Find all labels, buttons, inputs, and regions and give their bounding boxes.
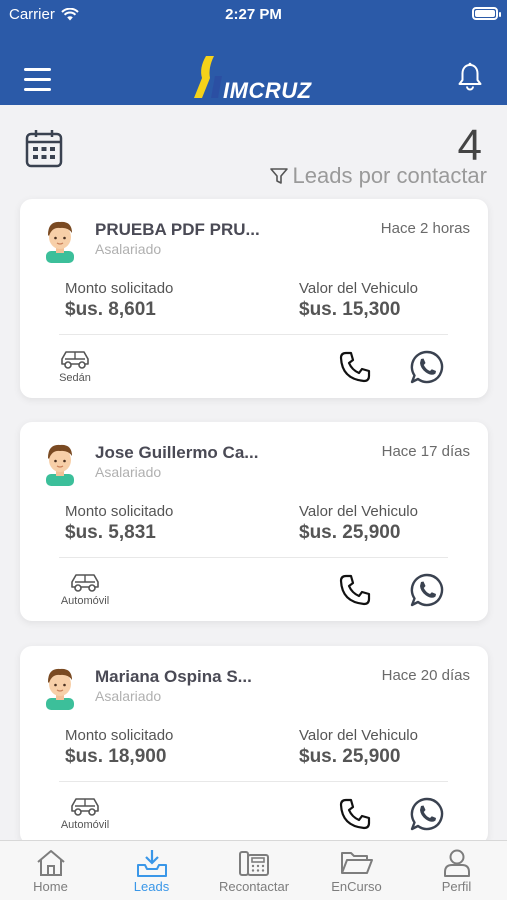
lead-card[interactable]: Jose Guillermo Ca... Asalariado Hace 17 … — [20, 422, 488, 621]
call-button[interactable] — [338, 350, 372, 389]
lead-name: Mariana Ospina S... — [95, 667, 252, 686]
monto-label: Monto solicitado — [65, 280, 174, 297]
tab-perfil[interactable]: Perfil — [406, 841, 507, 900]
vehicle-type-label: Automóvil — [60, 595, 110, 607]
folder-open-icon — [340, 852, 373, 874]
bell-icon — [458, 62, 482, 91]
filter-toggle[interactable]: Leads por contactar — [269, 163, 487, 189]
card-divider — [59, 557, 448, 558]
imcruz-logo: IMCRUZ — [192, 54, 316, 103]
fax-phone-icon — [239, 851, 269, 876]
vehicle-type-label: Automóvil — [60, 819, 110, 831]
monto-label: Monto solicitado — [65, 503, 174, 520]
monto-label: Monto solicitado — [65, 727, 174, 744]
call-button[interactable] — [338, 797, 372, 836]
notifications-button[interactable] — [457, 62, 483, 92]
car-icon — [61, 351, 89, 369]
monto-value: $us. 18,900 — [65, 746, 167, 767]
home-icon — [36, 850, 65, 876]
car-icon — [71, 798, 99, 816]
filter-icon — [269, 168, 288, 184]
lead-time-ago: Hace 2 horas — [380, 220, 470, 237]
valor-label: Valor del Vehiculo — [299, 503, 418, 520]
calendar-button[interactable] — [25, 128, 63, 173]
tab-recontactar[interactable]: Recontactar — [202, 841, 306, 900]
status-bar: Carrier 2:27 PM — [0, 0, 507, 30]
filter-label: Leads por contactar — [292, 163, 487, 188]
avatar-icon — [46, 444, 74, 486]
app-header: Carrier 2:27 PM IMCRUZ — [0, 0, 507, 105]
card-divider — [59, 334, 448, 335]
lead-card[interactable]: Mariana Ospina S... Asalariado Hace 20 d… — [20, 646, 488, 845]
phone-icon — [339, 351, 371, 383]
tab-encurso-label: EnCurso — [331, 879, 382, 894]
monto-value: $us. 8,601 — [65, 299, 156, 320]
tab-home[interactable]: Home — [0, 841, 101, 900]
logo-text: IMCRUZ — [223, 78, 312, 103]
tab-encurso[interactable]: EnCurso — [306, 841, 407, 900]
avatar-icon — [46, 668, 74, 710]
tab-leads-label: Leads — [133, 879, 170, 894]
tab-recontactar-label: Recontactar — [218, 879, 290, 894]
leads-summary: 4 Leads por contactar — [0, 105, 507, 195]
status-time: 2:27 PM — [225, 6, 282, 23]
menu-button[interactable] — [24, 68, 52, 92]
tab-bar: Home Leads Recontactar EnCurso Perfil — [0, 840, 507, 900]
lead-card[interactable]: PRUEBA PDF PRU... Asalariado Hace 2 hora… — [20, 199, 488, 398]
vehicle-type-label: Sedán — [59, 372, 91, 384]
phone-icon — [339, 798, 371, 830]
lead-time-ago: Hace 17 días — [381, 443, 470, 460]
tab-leads[interactable]: Leads — [101, 841, 202, 900]
valor-value: $us. 25,900 — [299, 746, 401, 767]
vehicle-type: Automóvil — [53, 795, 117, 831]
vehicle-type: Automóvil — [53, 571, 117, 607]
whatsapp-button[interactable] — [410, 797, 444, 836]
whatsapp-icon — [410, 350, 444, 384]
valor-value: $us. 15,300 — [299, 299, 401, 320]
phone-icon — [339, 574, 371, 606]
tab-perfil-label: Perfil — [441, 879, 472, 894]
lead-name: Jose Guillermo Ca... — [95, 443, 259, 462]
monto-value: $us. 5,831 — [65, 522, 156, 543]
lead-job: Asalariado — [95, 464, 162, 480]
valor-value: $us. 25,900 — [299, 522, 401, 543]
calendar-icon — [25, 130, 63, 168]
whatsapp-icon — [410, 573, 444, 607]
inbox-download-icon — [136, 850, 167, 877]
tab-home-label: Home — [33, 879, 68, 894]
vehicle-type: Sedán — [55, 348, 95, 384]
car-icon — [71, 574, 99, 592]
whatsapp-icon — [410, 797, 444, 831]
battery-icon — [472, 7, 501, 20]
lead-name: PRUEBA PDF PRU... — [95, 220, 260, 239]
lead-time-ago: Hace 20 días — [381, 667, 470, 684]
valor-label: Valor del Vehiculo — [299, 280, 418, 297]
user-icon — [443, 849, 470, 877]
card-divider — [59, 781, 448, 782]
whatsapp-button[interactable] — [410, 350, 444, 389]
lead-job: Asalariado — [95, 241, 162, 257]
call-button[interactable] — [338, 573, 372, 612]
whatsapp-button[interactable] — [410, 573, 444, 612]
avatar-icon — [46, 221, 74, 263]
valor-label: Valor del Vehiculo — [299, 727, 418, 744]
lead-job: Asalariado — [95, 688, 162, 704]
